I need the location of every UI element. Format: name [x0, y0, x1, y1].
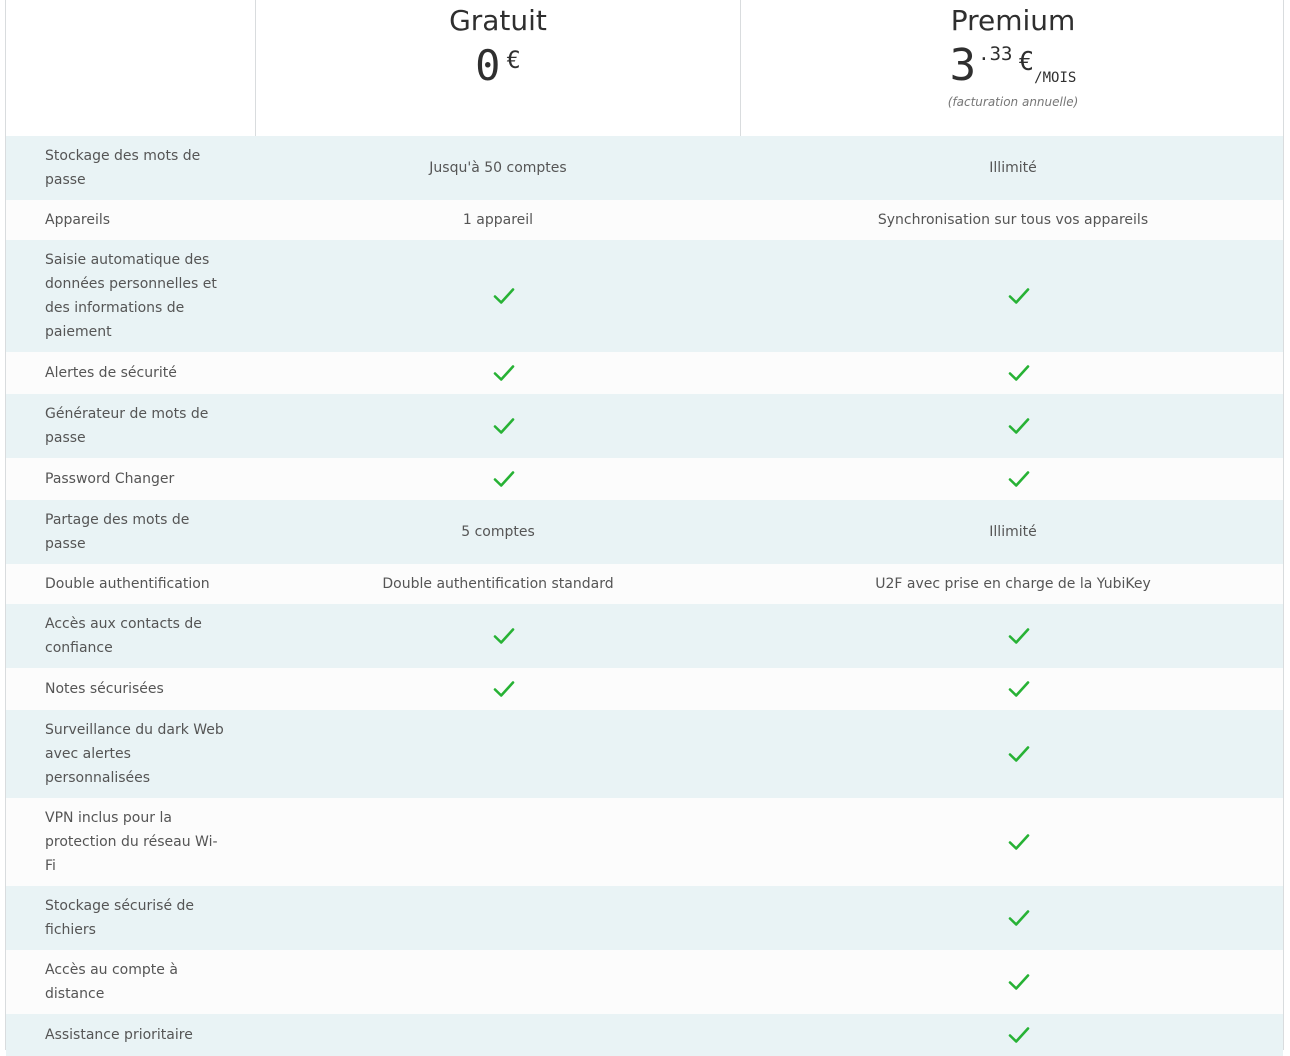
premium-cell-included	[741, 950, 1285, 1014]
free-cell-value: Jusqu'à 50 comptes	[429, 160, 567, 176]
plan-premium-billing-note: (facturation annuelle)	[947, 95, 1079, 109]
premium-cell-included	[741, 394, 1285, 458]
plan-free-price: 0 €	[256, 43, 740, 89]
table-row: Notes sécurisées	[6, 668, 1283, 710]
feature-label: Surveillance du dark Web avec alertes pe…	[45, 722, 224, 786]
plan-premium-name: Premium	[950, 4, 1076, 37]
free-cell-included	[256, 352, 740, 394]
check-icon	[493, 364, 515, 382]
free-cell-empty	[256, 950, 740, 1014]
feature-label: Générateur de mots de passe	[45, 406, 209, 446]
premium-cell-included	[741, 668, 1285, 710]
free-cell-value: Double authentification standard	[382, 576, 614, 592]
premium-cell-value: Synchronisation sur tous vos appareils	[877, 212, 1149, 228]
plan-premium-price-cents: .33	[978, 43, 1013, 65]
table-row: Double authentification Double authentifi…	[6, 564, 1283, 604]
plan-free-name: Gratuit	[449, 4, 547, 37]
feature-label: Stockage des mots de passe	[45, 148, 201, 188]
table-row: Accès au compte à distance	[6, 950, 1283, 1014]
table-row: Accès aux contacts de confiance	[6, 604, 1283, 668]
feature-label: Password Changer	[45, 471, 175, 487]
plan-premium-period: /MOIS	[1034, 70, 1077, 86]
feature-rows: Stockage des mots de passe Jusqu'à 50 com…	[6, 136, 1283, 1056]
table-row: Appareils 1 appareil Synchronisation sur t…	[6, 200, 1283, 240]
plan-free: Gratuit 0 €	[256, 0, 740, 89]
pricing-comparison-table: Gratuit 0 € Premium 3.33 €/MOIS (facturati…	[5, 0, 1284, 1056]
feature-label: Notes sécurisées	[45, 681, 164, 697]
table-row: Saisie automatique des données personnel…	[6, 240, 1283, 352]
table-row: Stockage sécurisé de fichiers	[6, 886, 1283, 950]
premium-cell-included	[741, 240, 1285, 352]
premium-cell-value: Illimité	[989, 160, 1037, 176]
check-icon	[493, 417, 515, 435]
feature-label: VPN inclus pour la protection du réseau …	[45, 810, 218, 874]
premium-cell-value: Illimité	[989, 524, 1037, 540]
feature-label: Accès au compte à distance	[45, 962, 178, 1002]
premium-cell-included	[741, 798, 1285, 886]
premium-cell-included	[741, 886, 1285, 950]
check-icon	[1008, 680, 1030, 698]
premium-cell-value: U2F avec prise en charge de la YubiKey	[875, 576, 1151, 592]
check-icon	[1008, 1026, 1030, 1044]
feature-label: Alertes de sécurité	[45, 365, 177, 381]
check-icon	[493, 287, 515, 305]
free-cell-empty	[256, 798, 740, 886]
free-cell-empty	[256, 710, 740, 798]
free-cell-included	[256, 394, 740, 458]
check-icon	[493, 470, 515, 488]
table-row: VPN inclus pour la protection du réseau …	[6, 798, 1283, 886]
check-icon	[493, 680, 515, 698]
premium-cell-included	[741, 604, 1285, 668]
table-row: Alertes de sécurité	[6, 352, 1283, 394]
premium-cell-included	[741, 710, 1285, 798]
premium-cell-included	[741, 458, 1285, 500]
plan-premium-price: 3.33 €/MOIS	[741, 43, 1285, 89]
plan-premium: Premium 3.33 €/MOIS (facturation annuelle…	[741, 0, 1285, 110]
feature-label: Partage des mots de passe	[45, 512, 190, 552]
plan-free-currency: €	[506, 46, 521, 74]
plans-header: Gratuit 0 € Premium 3.33 €/MOIS (facturati…	[6, 0, 1283, 136]
check-icon	[1008, 627, 1030, 645]
check-icon	[1008, 287, 1030, 305]
check-icon	[1008, 909, 1030, 927]
table-row: Partage des mots de passe 5 comptes Illimi…	[6, 500, 1283, 564]
check-icon	[1008, 364, 1030, 382]
check-icon	[493, 627, 515, 645]
free-cell-empty	[256, 886, 740, 950]
check-icon	[1008, 745, 1030, 763]
free-cell-value: 1 appareil	[462, 212, 534, 228]
feature-label: Double authentification	[45, 576, 210, 592]
free-cell-included	[256, 458, 740, 500]
plan-premium-currency: €	[1018, 47, 1035, 77]
feature-label: Appareils	[45, 212, 111, 228]
premium-cell-included	[741, 352, 1285, 394]
check-icon	[1008, 470, 1030, 488]
check-icon	[1008, 973, 1030, 991]
feature-label: Saisie automatique des données personnel…	[45, 252, 217, 340]
free-cell-included	[256, 604, 740, 668]
table-row: Surveillance du dark Web avec alertes pe…	[6, 710, 1283, 798]
free-cell-value: 5 comptes	[461, 524, 535, 540]
feature-label: Accès aux contacts de confiance	[45, 616, 202, 656]
check-icon	[1008, 833, 1030, 851]
table-row: Password Changer	[6, 458, 1283, 500]
feature-label: Assistance prioritaire	[45, 1027, 193, 1043]
table-row: Stockage des mots de passe Jusqu'à 50 com…	[6, 136, 1283, 200]
free-cell-included	[256, 240, 740, 352]
feature-label: Stockage sécurisé de fichiers	[45, 898, 195, 938]
plan-free-price-main: 0	[475, 41, 501, 90]
free-cell-included	[256, 668, 740, 710]
check-icon	[1008, 417, 1030, 435]
table-row: Générateur de mots de passe	[6, 394, 1283, 458]
plan-premium-price-main: 3	[949, 40, 977, 91]
